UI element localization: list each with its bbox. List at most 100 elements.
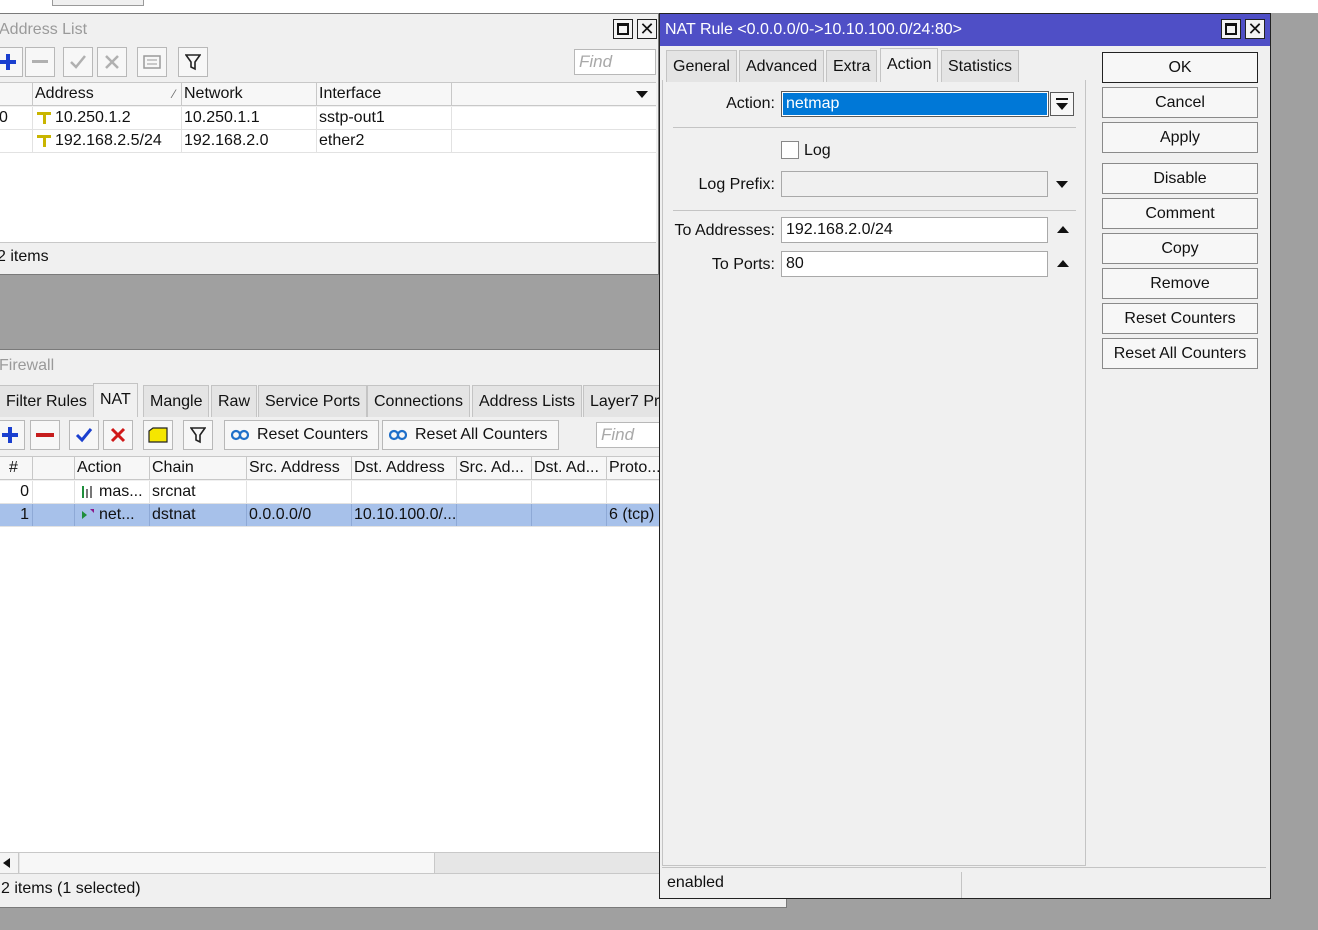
- row-action: net...: [75, 504, 150, 526]
- comment-button[interactable]: [143, 420, 173, 450]
- tab-extra[interactable]: Extra: [826, 50, 878, 82]
- to-ports-input[interactable]: 80: [781, 251, 1048, 277]
- log-prefix-dropdown-icon[interactable]: [1056, 181, 1068, 188]
- address-list-table-header: Address ⁄ Network Interface: [0, 82, 656, 106]
- enable-button[interactable]: [69, 420, 99, 450]
- row-dst-port: [532, 504, 607, 526]
- row-interface: ether2: [317, 130, 452, 152]
- address-list-maximize-button[interactable]: [613, 19, 633, 39]
- to-addresses-input[interactable]: 192.168.2.0/24: [781, 217, 1048, 243]
- arrow-down-icon: [1056, 103, 1068, 110]
- row-num: 0: [0, 481, 33, 503]
- section-divider: [673, 210, 1076, 211]
- action-select[interactable]: netmap: [781, 91, 1049, 117]
- add-button[interactable]: [0, 420, 25, 450]
- reset-all-counters-rule-button[interactable]: Reset All Counters: [1102, 338, 1258, 369]
- tab-advanced[interactable]: Advanced: [739, 50, 825, 82]
- tab-address-lists[interactable]: Address Lists: [472, 385, 583, 417]
- cancel-button[interactable]: Cancel: [1102, 87, 1258, 118]
- nat-rule-status-text: enabled: [664, 872, 962, 898]
- tab-mangle[interactable]: Mangle: [143, 385, 210, 417]
- row-flags: [33, 481, 75, 503]
- address-list-window: Address List ✕ Find Address ⁄ Network Int…: [0, 13, 659, 275]
- check-icon: [70, 55, 86, 69]
- to-ports-collapse-icon[interactable]: [1057, 260, 1069, 267]
- section-divider: [673, 127, 1076, 128]
- address-list-empty-area: [0, 153, 656, 243]
- column-header-src-address[interactable]: Src. Address: [247, 457, 352, 479]
- remove-button[interactable]: [30, 420, 60, 450]
- row-dst-port: [532, 481, 607, 503]
- filter-icon: [185, 54, 201, 71]
- nat-rule-titlebar[interactable]: NAT Rule <0.0.0.0/0->10.10.100.0/24:80>: [660, 14, 1270, 46]
- cross-icon: [105, 55, 119, 69]
- netmap-icon: [82, 508, 94, 519]
- column-header-chain[interactable]: Chain: [150, 457, 247, 479]
- tab-raw[interactable]: Raw: [211, 385, 258, 417]
- address-list-find-input[interactable]: Find: [574, 49, 656, 75]
- disable-button[interactable]: [97, 47, 127, 77]
- disable-button[interactable]: [103, 420, 133, 450]
- nat-rule-maximize-button[interactable]: [1221, 19, 1241, 39]
- firewall-status: 2 items (1 selected): [1, 880, 141, 897]
- remove-rule-button[interactable]: Remove: [1102, 268, 1258, 299]
- tab-general[interactable]: General: [666, 50, 737, 82]
- action-label: Action:: [726, 95, 775, 112]
- table-row[interactable]: 0 10.250.1.2 10.250.1.1 sstp-out1: [0, 107, 656, 130]
- column-header-src-port[interactable]: Src. Ad...: [457, 457, 532, 479]
- firewall-title: Firewall: [0, 357, 55, 374]
- tab-action[interactable]: Action: [880, 48, 939, 82]
- action-dropdown-button[interactable]: [1050, 92, 1074, 116]
- tab-statistics[interactable]: Statistics: [941, 50, 1020, 82]
- copy-button[interactable]: Copy: [1102, 233, 1258, 264]
- minus-icon: [36, 433, 54, 437]
- disable-rule-button[interactable]: Disable: [1102, 163, 1258, 194]
- row-address: 192.168.2.5/24: [33, 130, 182, 152]
- address-list-titlebar[interactable]: Address List: [0, 14, 658, 45]
- log-prefix-input[interactable]: [781, 171, 1048, 197]
- comment-rule-button[interactable]: Comment: [1102, 198, 1258, 229]
- address-list-status: 2 items: [0, 248, 49, 265]
- column-header-action[interactable]: Action: [75, 457, 150, 479]
- scroll-left-button[interactable]: [0, 853, 19, 873]
- filter-button[interactable]: [183, 420, 213, 450]
- column-header-interface[interactable]: Interface: [317, 83, 452, 105]
- column-header-dst-port[interactable]: Dst. Ad...: [532, 457, 607, 479]
- column-chooser-button[interactable]: [631, 83, 655, 105]
- apply-button[interactable]: Apply: [1102, 122, 1258, 153]
- check-icon: [75, 428, 93, 443]
- column-header-flags[interactable]: [33, 457, 75, 479]
- remove-button[interactable]: [25, 47, 55, 77]
- tab-filter-rules[interactable]: Filter Rules: [0, 385, 94, 417]
- filter-button[interactable]: [178, 47, 208, 77]
- ok-button[interactable]: OK: [1102, 52, 1258, 83]
- column-header-network[interactable]: Network: [182, 83, 317, 105]
- enable-button[interactable]: [63, 47, 93, 77]
- reset-all-counters-button[interactable]: Reset All Counters: [382, 420, 559, 450]
- chevron-down-icon: [1056, 98, 1068, 100]
- column-header-dst-address[interactable]: Dst. Address: [352, 457, 457, 479]
- column-header-num[interactable]: [0, 83, 33, 105]
- tab-service-ports[interactable]: Service Ports: [258, 385, 368, 417]
- nat-rule-title: NAT Rule <0.0.0.0/0->10.10.100.0/24:80>: [665, 21, 962, 38]
- action-select-value: netmap: [783, 93, 1047, 115]
- table-row[interactable]: 192.168.2.5/24 192.168.2.0 ether2: [0, 130, 656, 153]
- log-checkbox[interactable]: [781, 141, 799, 159]
- reset-counters-rule-button[interactable]: Reset Counters: [1102, 303, 1258, 334]
- nat-rule-close-button[interactable]: ✕: [1245, 19, 1265, 39]
- column-header-address[interactable]: Address ⁄: [33, 83, 182, 105]
- column-header-num[interactable]: #: [0, 457, 33, 479]
- row-address: 10.250.1.2: [33, 107, 182, 129]
- scroll-thumb[interactable]: [20, 853, 435, 873]
- desktop-top-strip: [0, 0, 1318, 13]
- tab-nat[interactable]: NAT: [93, 383, 138, 417]
- row-src-address: 0.0.0.0/0: [247, 504, 352, 526]
- tab-connections[interactable]: Connections: [367, 385, 470, 417]
- note-icon: [148, 427, 168, 443]
- comment-button[interactable]: [137, 47, 167, 77]
- reset-icon: [231, 429, 249, 441]
- reset-counters-button[interactable]: Reset Counters: [224, 420, 380, 450]
- add-button[interactable]: [0, 47, 23, 77]
- to-addresses-collapse-icon[interactable]: [1057, 226, 1069, 233]
- address-list-close-button[interactable]: ✕: [637, 19, 657, 39]
